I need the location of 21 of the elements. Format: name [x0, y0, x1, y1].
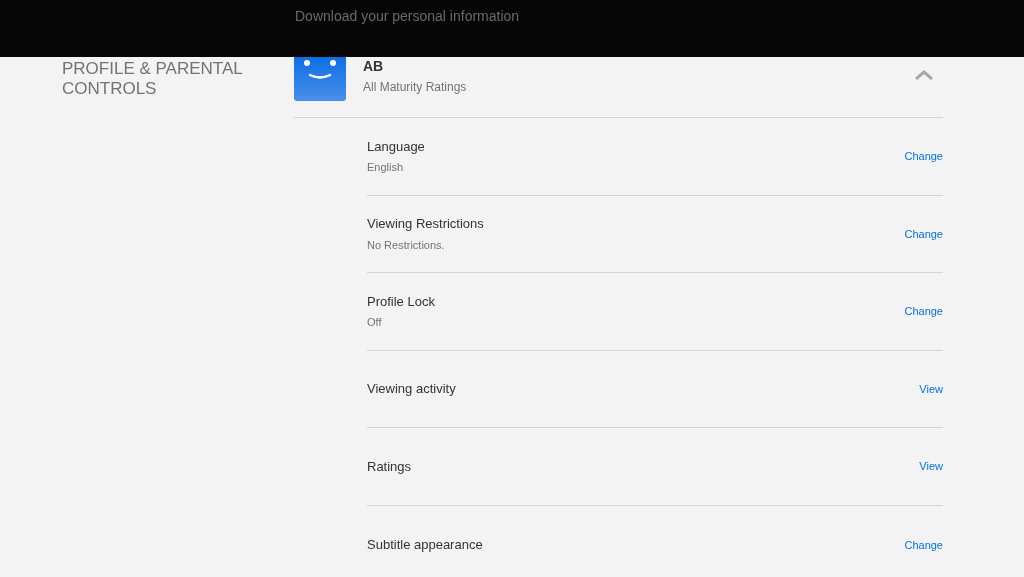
setting-value: English [367, 160, 405, 176]
download-link[interactable]: Download your personal information [295, 8, 520, 24]
setting-label: Language [367, 137, 425, 156]
setting-link[interactable]: View [919, 380, 943, 398]
setting-link[interactable]: Change [904, 303, 943, 320]
collapse-button[interactable] [912, 67, 936, 83]
setting-link[interactable]: Change [904, 536, 943, 553]
avatar-icon [294, 57, 346, 101]
setting-label: Profile Lock [367, 293, 435, 311]
profile-rating: All Maturity Ratings [363, 79, 467, 96]
setting-label: Viewing activity [367, 380, 456, 399]
section-title: PROFILE & PARENTAL CONTROLS [62, 59, 244, 99]
setting-link[interactable]: Change [904, 148, 943, 165]
setting-link[interactable]: View [919, 458, 943, 475]
profile-name: AB [363, 57, 385, 75]
setting-value: Off [367, 315, 383, 331]
setting-value: No Restrictions. [367, 237, 446, 253]
setting-label: Ratings [367, 457, 412, 476]
setting-link[interactable]: Change [904, 225, 943, 243]
setting-label: Subtitle appearance [367, 536, 483, 554]
setting-label: Viewing Restrictions [367, 215, 484, 234]
